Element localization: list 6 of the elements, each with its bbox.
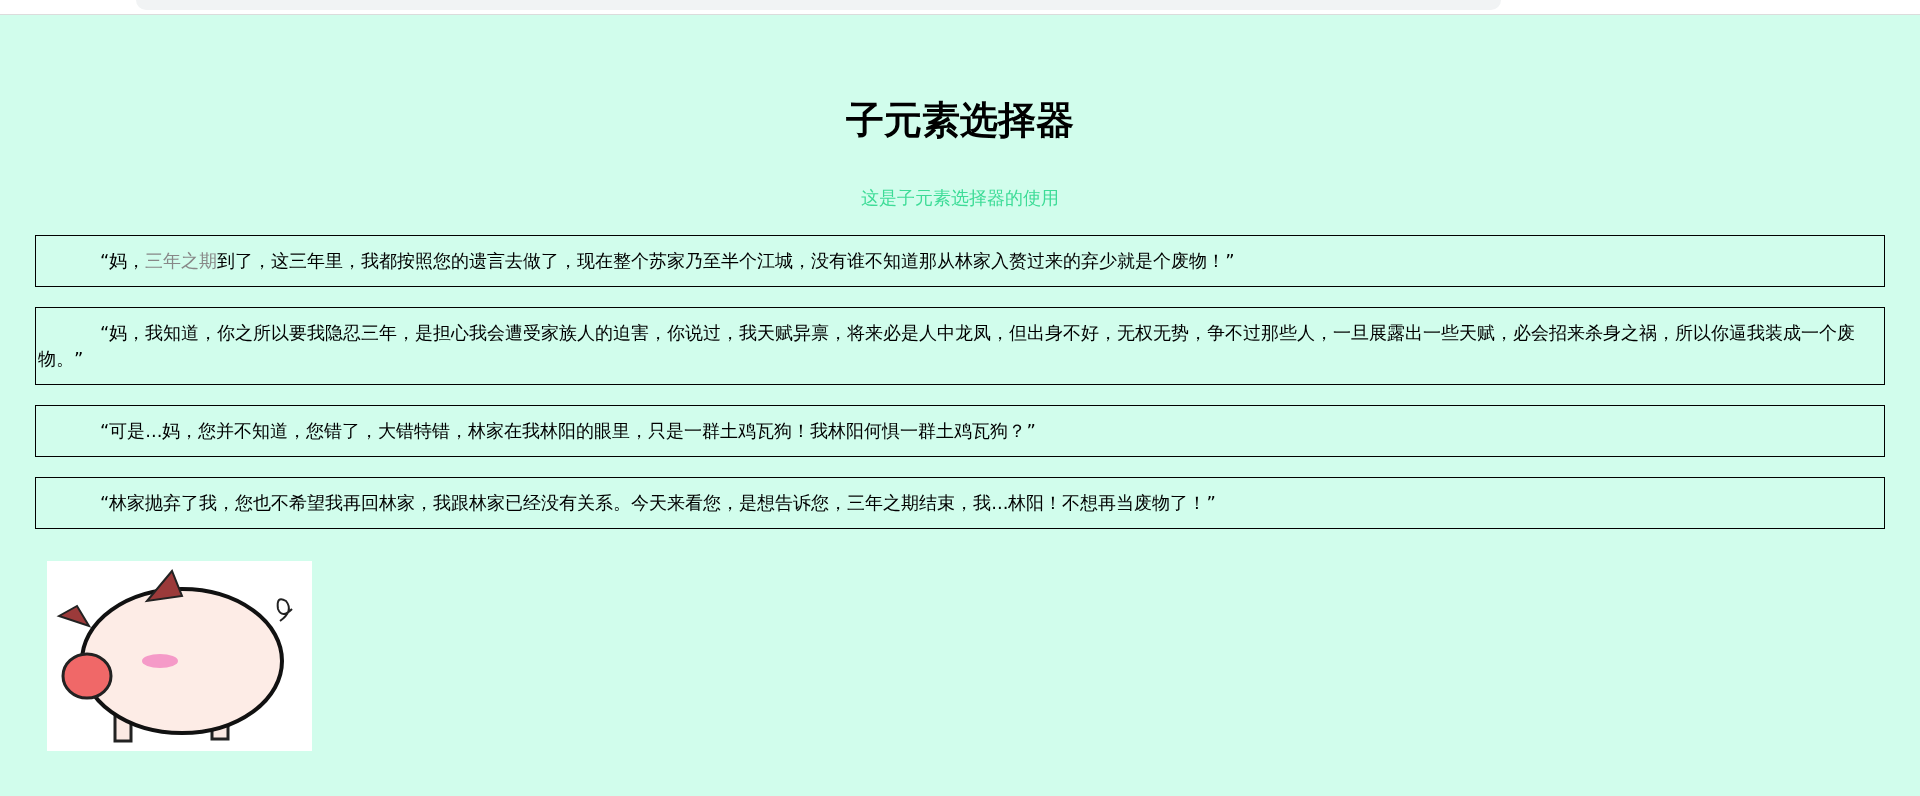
- paragraph-box: “妈，我知道，你之所以要我隐忍三年，是担心我会遭受家族人的迫害，你说过，我天赋异禀，将来必是人中龙凤，但出身不好，无权无势，争不过那些人，一旦展露出一些天赋，必会招来杀身之祸，所以你逼我装成一个废物。”: [35, 307, 1885, 385]
- paragraph-box: “可是...妈，您并不知道，您错了，大错特错，林家在我林阳的眼里，只是一群土鸡瓦狗！我林阳何惧一群土鸡瓦狗？”: [35, 405, 1885, 457]
- subtitle-text: 这是子元素选择器的使用: [860, 186, 1060, 210]
- paragraph-box: “林家抛弃了我，您也不希望我再回林家，我跟林家已经没有关系。今天来看您，是想告诉您，三年之期结束，我...林阳！不想再当废物了！”: [35, 477, 1885, 529]
- page-heading: 子元素选择器: [845, 97, 1075, 144]
- paragraph-box: “妈，三年之期到了，这三年里，我都按照您的遗言去做了，现在整个苏家乃至半个江城，没有谁不知道那从林家入赘过来的弃少就是个废物！”: [35, 235, 1885, 287]
